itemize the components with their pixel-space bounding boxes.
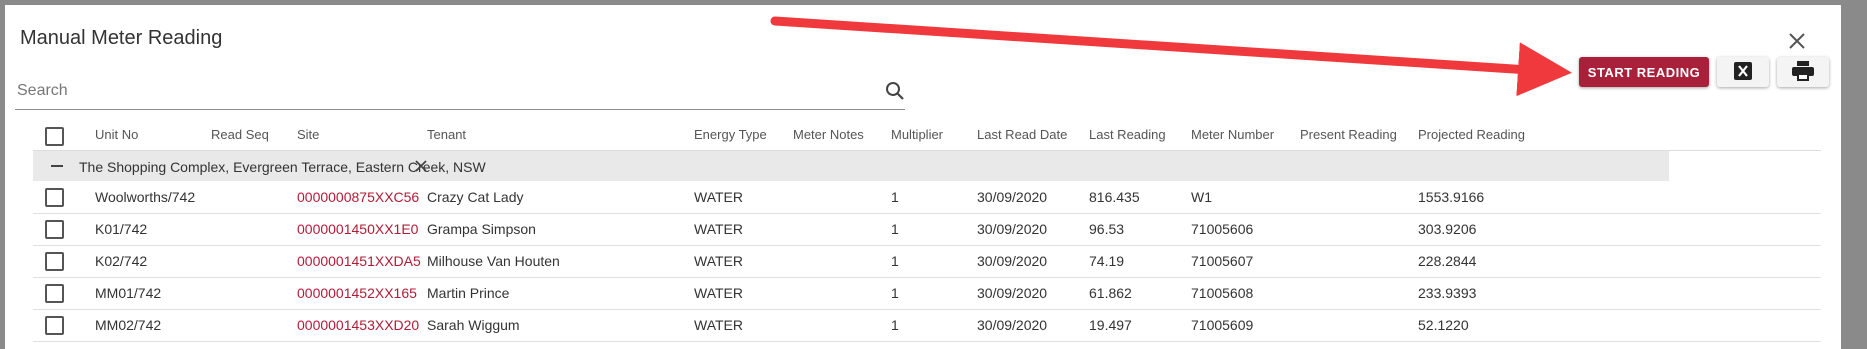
cell-projected-reading: 233.9393	[1418, 285, 1477, 301]
collapse-icon[interactable]	[51, 165, 63, 167]
cell-last-reading: 61.862	[1089, 285, 1132, 301]
cell-last-read-date: 30/09/2020	[977, 253, 1048, 269]
row-checkbox[interactable]	[45, 252, 64, 271]
cell-meter-number: 71005608	[1191, 285, 1254, 301]
search-input[interactable]	[17, 79, 857, 103]
col-tenant[interactable]: Tenant	[427, 127, 466, 142]
dialog-title: Manual Meter Reading	[20, 27, 223, 49]
cell-tenant: Grampa Simpson	[427, 221, 536, 237]
cell-last-reading: 74.19	[1089, 253, 1125, 269]
cell-projected-reading: 228.2844	[1418, 253, 1477, 269]
cell-multiplier: 1	[891, 285, 899, 301]
table-row[interactable]: MM02/742 0000001453XXD20 Sarah Wiggum WATER…	[33, 309, 1821, 342]
cell-last-read-date: 30/09/2020	[977, 317, 1048, 333]
col-last-reading[interactable]: Last Reading	[1089, 127, 1166, 142]
cell-site[interactable]: 0000001450XX1E0	[297, 221, 418, 237]
cell-projected-reading: 1553.9166	[1418, 189, 1485, 205]
col-site[interactable]: Site	[297, 127, 319, 142]
print-button[interactable]	[1777, 57, 1829, 87]
cell-unit-no: Woolworths/742	[95, 189, 196, 205]
col-energy-type[interactable]: Energy Type	[694, 127, 767, 142]
cell-energy-type: WATER	[694, 221, 743, 237]
cell-last-reading: 816.435	[1089, 189, 1140, 205]
cell-energy-type: WATER	[694, 317, 743, 333]
cell-unit-no: K02/742	[95, 253, 148, 269]
cell-meter-number: 71005609	[1191, 317, 1254, 333]
table-row[interactable]: K02/742 0000001451XXDA5 Milhouse Van Houte…	[33, 245, 1821, 278]
table-row[interactable]: Woolworths/742 0000000875XXC56 Crazy Cat L…	[33, 181, 1821, 214]
print-icon	[1792, 60, 1814, 84]
cell-site[interactable]: 0000001452XX165	[297, 285, 417, 301]
search-field	[15, 73, 905, 110]
col-meter-notes[interactable]: Meter Notes	[793, 127, 864, 142]
cell-last-reading: 96.53	[1089, 221, 1125, 237]
remove-group-icon[interactable]	[413, 158, 429, 179]
select-all-checkbox[interactable]	[45, 127, 64, 146]
table-row[interactable]: K01/742 0000001450XX1E0 Grampa Simpson WATE…	[33, 213, 1821, 246]
cell-site[interactable]: 0000001451XXDA5	[297, 253, 421, 269]
search-icon[interactable]	[885, 81, 905, 101]
excel-icon	[1734, 61, 1752, 83]
close-icon[interactable]	[1785, 29, 1809, 53]
row-checkbox[interactable]	[45, 316, 64, 335]
cell-last-reading: 19.497	[1089, 317, 1132, 333]
cell-tenant: Milhouse Van Houten	[427, 253, 560, 269]
row-checkbox[interactable]	[45, 284, 64, 303]
cell-energy-type: WATER	[694, 253, 743, 269]
row-checkbox[interactable]	[45, 220, 64, 239]
cell-multiplier: 1	[891, 317, 899, 333]
row-checkbox[interactable]	[45, 188, 64, 207]
cell-unit-no: MM01/742	[95, 285, 162, 301]
col-meter-number[interactable]: Meter Number	[1191, 127, 1274, 142]
col-unit-no[interactable]: Unit No	[95, 127, 138, 142]
table-row[interactable]: MM01/742 0000001452XX165 Martin Prince WATE…	[33, 277, 1821, 310]
col-last-read-date[interactable]: Last Read Date	[977, 127, 1067, 142]
cell-energy-type: WATER	[694, 189, 743, 205]
col-multiplier[interactable]: Multiplier	[891, 127, 943, 142]
cell-energy-type: WATER	[694, 285, 743, 301]
cell-multiplier: 1	[891, 189, 899, 205]
cell-tenant: Martin Prince	[427, 285, 510, 301]
cell-last-read-date: 30/09/2020	[977, 189, 1048, 205]
cell-meter-number: 71005607	[1191, 253, 1254, 269]
cell-site[interactable]: 0000001453XXD20	[297, 317, 419, 333]
cell-last-read-date: 30/09/2020	[977, 221, 1048, 237]
cell-meter-number: W1	[1191, 189, 1212, 205]
cell-projected-reading: 52.1220	[1418, 317, 1469, 333]
group-row: The Shopping Complex, Evergreen Terrace,…	[33, 151, 1669, 181]
col-present-reading[interactable]: Present Reading	[1300, 127, 1397, 142]
cell-projected-reading: 303.9206	[1418, 221, 1477, 237]
cell-multiplier: 1	[891, 253, 899, 269]
cell-tenant: Sarah Wiggum	[427, 317, 520, 333]
col-read-seq[interactable]: Read Seq	[211, 127, 269, 142]
cell-multiplier: 1	[891, 221, 899, 237]
export-excel-button[interactable]	[1717, 57, 1769, 87]
cell-last-read-date: 30/09/2020	[977, 285, 1048, 301]
col-projected-reading[interactable]: Projected Reading	[1418, 127, 1525, 142]
cell-tenant: Crazy Cat Lady	[427, 189, 524, 205]
manual-meter-reading-dialog: Manual Meter Reading START READING Unit …	[5, 5, 1841, 349]
cell-unit-no: MM02/742	[95, 317, 162, 333]
cell-meter-number: 71005606	[1191, 221, 1254, 237]
cell-unit-no: K01/742	[95, 221, 148, 237]
cell-site[interactable]: 0000000875XXC56	[297, 189, 419, 205]
start-reading-button[interactable]: START READING	[1579, 57, 1709, 87]
